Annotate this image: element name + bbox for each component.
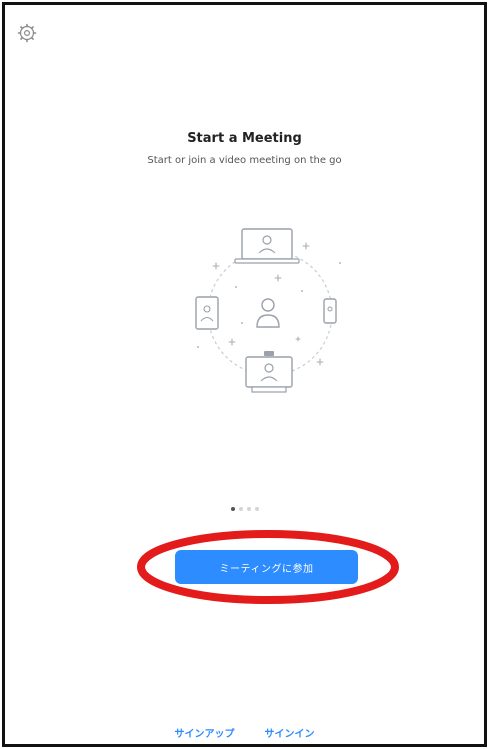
meeting-devices-illustration: [180, 223, 360, 403]
page-dot[interactable]: [238, 507, 243, 511]
page-dot[interactable]: [254, 507, 259, 511]
gear-icon[interactable]: [17, 23, 37, 43]
auth-links: サインアップ サインイン: [5, 725, 484, 740]
hero-subtitle: Start or join a video meeting on the go: [147, 155, 342, 166]
sign-up-link[interactable]: サインアップ: [175, 725, 235, 740]
app-screen: Start a Meeting Start or join a video me…: [2, 2, 487, 747]
join-meeting-button[interactable]: ミーティングに参加: [175, 550, 358, 584]
hero-title: Start a Meeting: [187, 131, 302, 146]
sign-in-link[interactable]: サインイン: [265, 725, 315, 740]
page-dot[interactable]: [246, 507, 251, 511]
page-indicator[interactable]: [5, 507, 484, 511]
page-dot[interactable]: [230, 507, 235, 511]
